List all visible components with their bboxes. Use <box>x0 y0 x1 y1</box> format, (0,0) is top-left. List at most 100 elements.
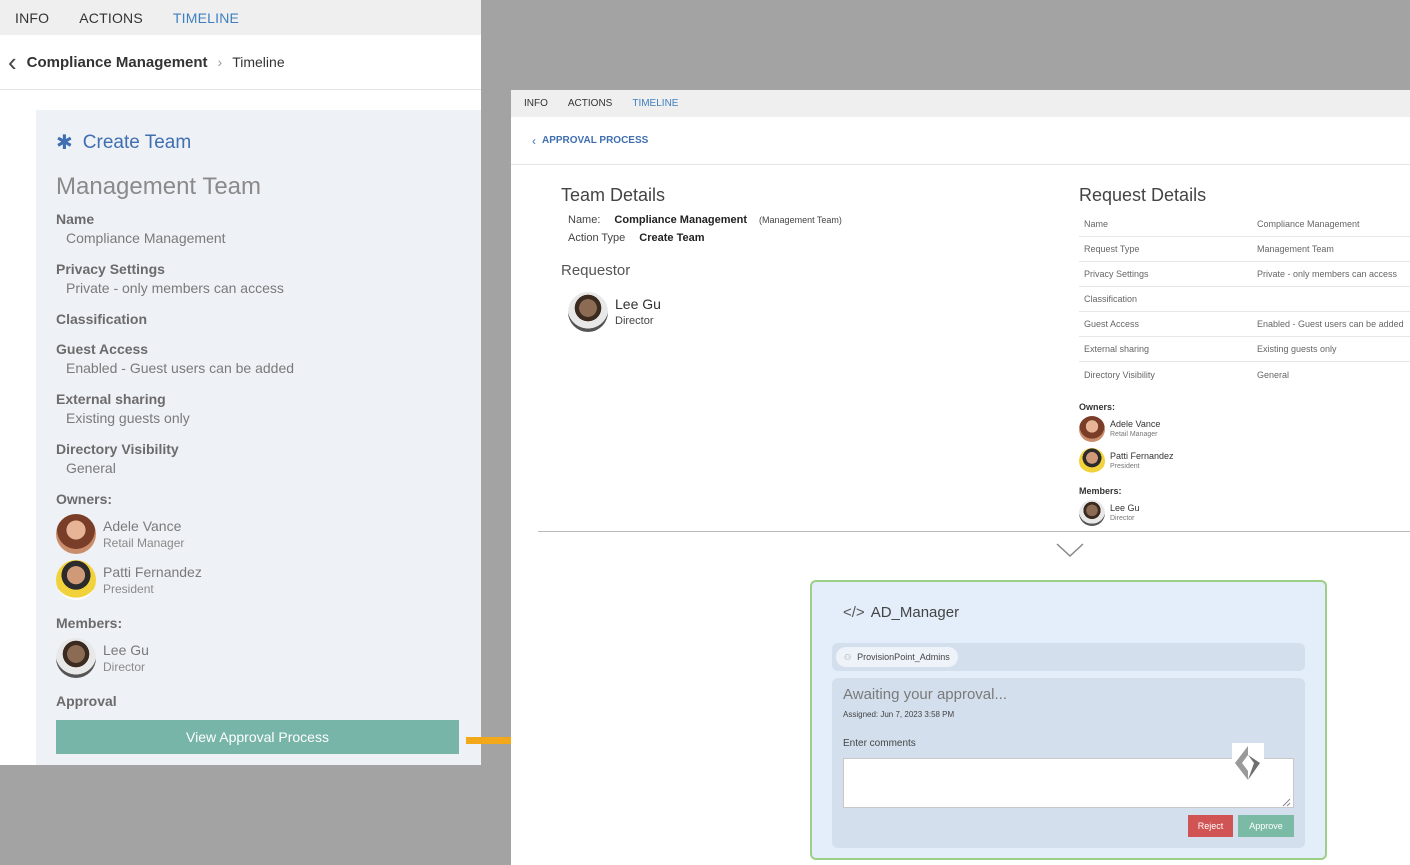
group-icon: ⚇ <box>844 652 852 662</box>
asterisk-icon: ✱ <box>56 132 73 154</box>
owner-role: Retail Manager <box>103 535 185 550</box>
breadcrumb-current: Timeline <box>232 54 285 70</box>
table-row: Guest Access Enabled - Guest users can be… <box>1079 312 1410 337</box>
avatar <box>1079 416 1105 442</box>
tab-bar: INFO ACTIONS TIMELINE <box>511 90 1410 117</box>
avatar <box>56 638 96 678</box>
owner-role: President <box>1110 462 1140 470</box>
approval-label: Approval <box>56 693 117 709</box>
assigned-date: Assigned: Jun 7, 2023 3:58 PM <box>843 710 955 719</box>
resize-grip-icon[interactable] <box>1281 797 1291 807</box>
owner-item: Adele Vance Retail Manager <box>56 514 461 554</box>
breadcrumb-approval-process[interactable]: APPROVAL PROCESS <box>542 135 648 146</box>
request-details-table: Name Compliance Management Request Type Ma… <box>1079 212 1410 387</box>
field-label-directory-visibility: Directory Visibility <box>56 441 179 457</box>
row-key: Classification <box>1084 294 1138 304</box>
row-value: Existing guests only <box>1257 344 1337 354</box>
member-item: Lee Gu Director <box>56 638 461 678</box>
left-panel: INFO ACTIONS TIMELINE ‹ Compliance Manag… <box>0 0 481 765</box>
rd-owners-label: Owners: <box>1079 402 1116 412</box>
table-row: Name Compliance Management <box>1079 212 1410 237</box>
approver-group-name: ProvisionPoint_Admins <box>857 652 950 662</box>
row-value: Private - only members can access <box>1257 269 1398 279</box>
rd-members-label: Members: <box>1079 486 1122 496</box>
back-chevron-icon[interactable]: ‹ <box>532 134 536 148</box>
approver-group-chip[interactable]: ⚇ ProvisionPoint_Admins <box>836 647 958 667</box>
field-value-name: Compliance Management <box>66 230 226 246</box>
tab-timeline[interactable]: TIMELINE <box>632 98 678 109</box>
team-type-sub: (Management Team) <box>759 215 842 225</box>
row-value: Compliance Management <box>1257 219 1360 229</box>
member-role: Director <box>1110 514 1135 522</box>
reject-button[interactable]: Reject <box>1188 815 1233 837</box>
field-value-directory-visibility: General <box>66 460 116 476</box>
approve-button[interactable]: Approve <box>1238 815 1294 837</box>
tab-actions[interactable]: ACTIONS <box>568 98 612 109</box>
owner-name: Patti Fernandez <box>103 563 202 580</box>
row-value: Management Team <box>1257 244 1334 254</box>
team-type-heading: Management Team <box>56 173 262 200</box>
owner-name: Adele Vance <box>1110 418 1161 429</box>
breadcrumb: ‹ Compliance Management › Timeline <box>0 35 481 90</box>
table-row: Directory Visibility General <box>1079 362 1410 387</box>
team-details-title: Team Details <box>561 185 666 205</box>
requestor-title: Requestor <box>561 262 631 279</box>
table-row: Request Type Management Team <box>1079 237 1410 262</box>
breadcrumb: ‹ APPROVAL PROCESS <box>511 117 1410 165</box>
approval-step-title: </> AD_Manager <box>843 604 959 621</box>
timeline-card: ✱ Create Team Management Team Name Compl… <box>36 110 481 765</box>
field-value-privacy: Private - only members can access <box>66 280 284 296</box>
action-title-label: Create Team <box>82 131 192 153</box>
avatar <box>56 560 96 600</box>
team-name-key: Name: <box>568 214 601 226</box>
code-icon: </> <box>843 604 865 621</box>
member-name: Lee Gu <box>103 641 149 658</box>
row-key: Name <box>1084 219 1109 229</box>
tab-bar: INFO ACTIONS TIMELINE <box>0 0 481 35</box>
field-label-external-sharing: External sharing <box>56 391 166 407</box>
back-chevron-icon[interactable]: ‹ <box>8 49 17 75</box>
avatar <box>1079 448 1105 474</box>
avatar <box>1079 500 1105 526</box>
field-label-name: Name <box>56 211 95 227</box>
row-key: Directory Visibility <box>1084 369 1155 380</box>
field-label-classification: Classification <box>56 311 148 327</box>
row-value: General <box>1257 369 1290 380</box>
approval-form: Awaiting your approval... Assigned: Jun … <box>832 678 1305 848</box>
comments-input[interactable] <box>843 758 1294 808</box>
approver-group-bar: ⚇ ProvisionPoint_Admins <box>832 643 1305 671</box>
tab-actions[interactable]: ACTIONS <box>79 10 143 26</box>
field-label-guest-access: Guest Access <box>56 341 149 357</box>
view-approval-process-button[interactable]: View Approval Process <box>56 720 459 754</box>
team-name-value: Compliance Management <box>614 214 748 226</box>
tab-info[interactable]: INFO <box>15 10 49 26</box>
owners-label: Owners: <box>56 491 113 507</box>
action-type-row: Action Type Create Team <box>568 232 705 244</box>
table-row: Classification <box>1079 287 1410 312</box>
request-details-title: Request Details <box>1079 185 1207 205</box>
action-title: ✱ Create Team <box>56 130 461 155</box>
owner-item: Patti Fernandez President <box>56 560 461 600</box>
right-panel: INFO ACTIONS TIMELINE ‹ APPROVAL PROCESS… <box>511 90 1410 865</box>
grammar-assistant-icon[interactable] <box>1232 743 1264 785</box>
owner-role: President <box>103 581 154 596</box>
row-value: Enabled - Guest users can be added <box>1257 319 1404 329</box>
field-value-external-sharing: Existing guests only <box>66 410 190 426</box>
action-type-value: Create Team <box>639 232 705 244</box>
row-key: External sharing <box>1084 344 1150 354</box>
owner-item: Adele Vance Retail Manager <box>1079 416 1160 442</box>
breadcrumb-parent[interactable]: Compliance Management <box>27 54 208 71</box>
action-type-key: Action Type <box>568 232 626 244</box>
owner-name: Patti Fernandez <box>1110 450 1174 461</box>
chevron-down-icon[interactable] <box>1055 542 1085 558</box>
requestor-role: Director <box>615 314 654 327</box>
owner-role: Retail Manager <box>1110 430 1158 438</box>
tab-timeline[interactable]: TIMELINE <box>173 10 239 26</box>
tab-info[interactable]: INFO <box>524 98 548 109</box>
field-label-privacy: Privacy Settings <box>56 261 165 277</box>
member-name: Lee Gu <box>1110 502 1140 513</box>
table-row: Privacy Settings Private - only members c… <box>1079 262 1410 287</box>
row-key: Privacy Settings <box>1084 269 1149 279</box>
avatar <box>56 514 96 554</box>
requestor-item: Lee Gu Director <box>568 292 661 332</box>
